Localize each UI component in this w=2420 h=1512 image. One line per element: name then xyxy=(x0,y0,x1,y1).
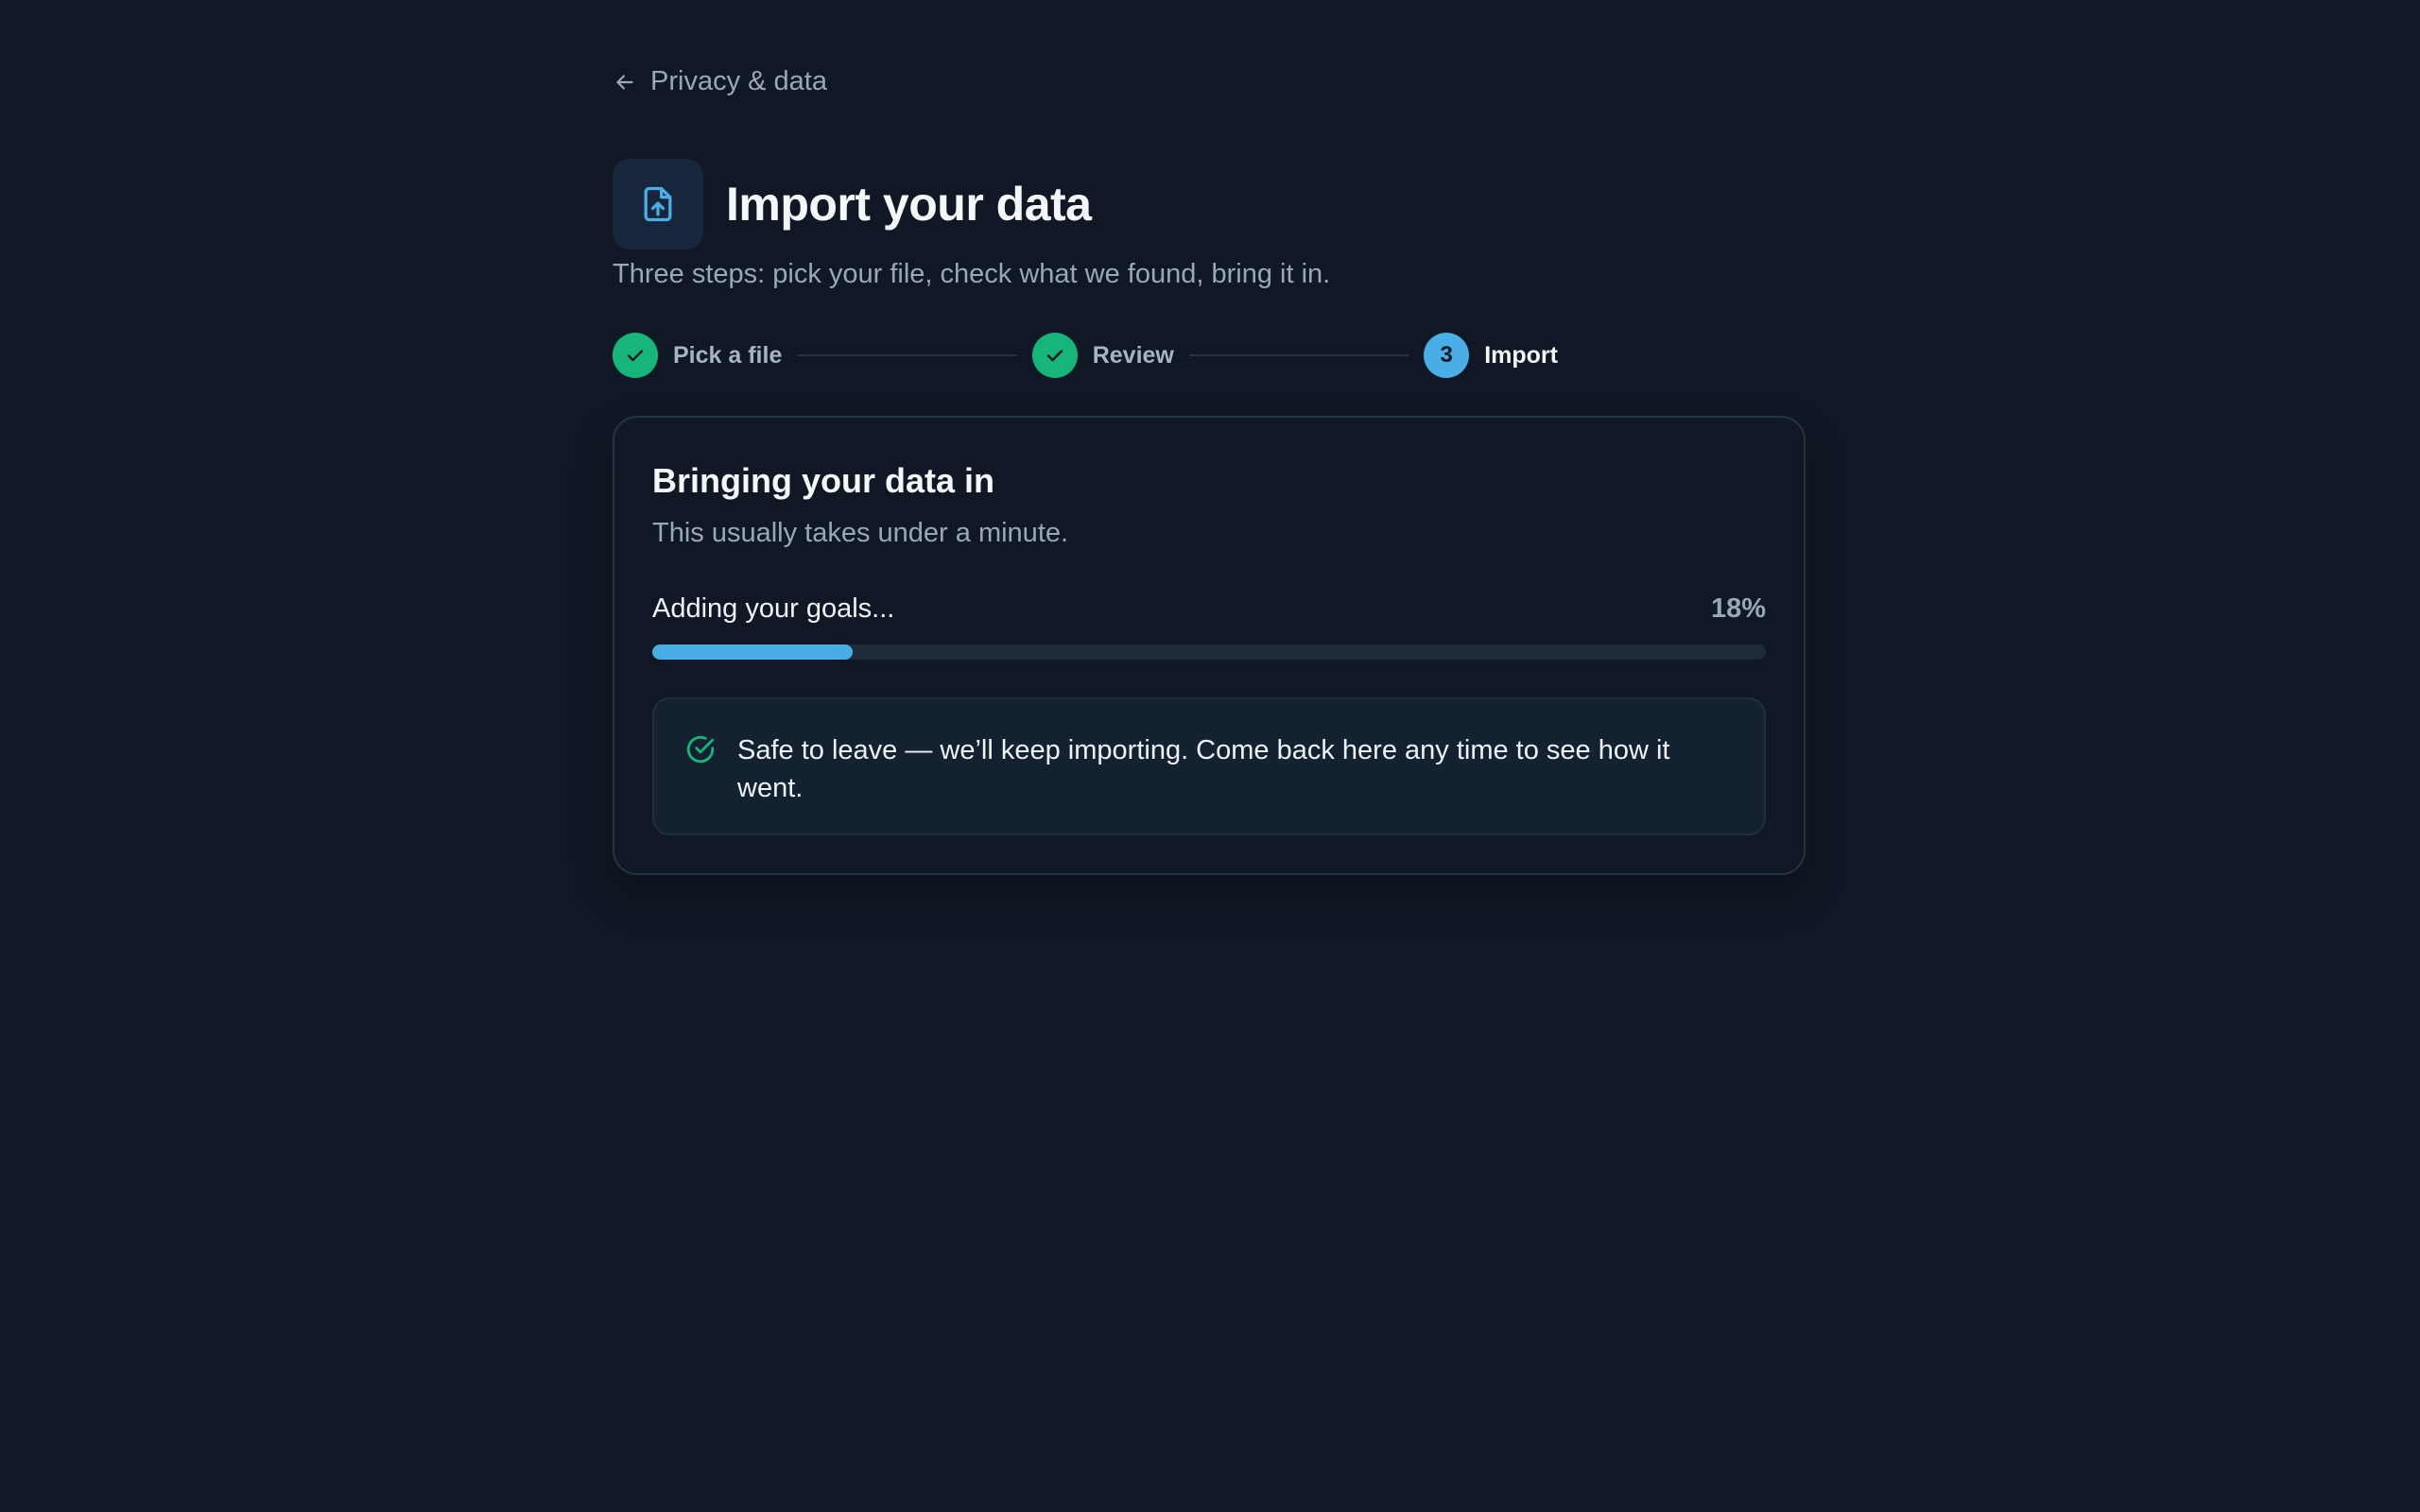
header-icon-tile xyxy=(613,159,703,249)
back-link[interactable]: Privacy & data xyxy=(613,66,827,97)
progress-label: Adding your goals... xyxy=(652,593,895,624)
step-3-label: Import xyxy=(1484,341,1558,369)
card-subtitle: This usually takes under a minute. xyxy=(652,518,1069,548)
check-circle-icon xyxy=(686,735,715,764)
stepper: Pick a file Review 3 Import xyxy=(613,333,1558,378)
step-pick-a-file: Pick a file xyxy=(613,333,782,378)
file-upload-icon xyxy=(644,186,672,222)
step-3-marker: 3 xyxy=(1424,333,1470,378)
page-subtitle: Three steps: pick your file, check what … xyxy=(613,259,1331,289)
step-2-label: Review xyxy=(1092,341,1174,369)
progress-bar-fill xyxy=(652,644,854,660)
checkmark-icon xyxy=(1046,350,1063,362)
page-header: Import your data xyxy=(613,159,1092,249)
safe-to-leave-notice: Safe to leave — we’ll keep importing. Co… xyxy=(652,697,1766,835)
step-review: Review xyxy=(1031,333,1174,378)
progress-bar xyxy=(652,644,1766,660)
step-1-label: Pick a file xyxy=(673,341,783,369)
back-link-label: Privacy & data xyxy=(650,66,827,96)
card-title: Bringing your data in xyxy=(652,461,995,500)
arrow-left-icon xyxy=(616,74,633,90)
step-2-complete-marker xyxy=(1031,333,1078,378)
step-connector xyxy=(1188,354,1409,356)
import-progress-card: Bringing your data in This usually takes… xyxy=(613,416,1806,875)
progress-percent: 18% xyxy=(1710,593,1766,624)
step-connector xyxy=(797,354,1017,356)
page-title: Import your data xyxy=(726,178,1092,231)
checkmark-icon xyxy=(627,350,644,362)
step-1-complete-marker xyxy=(613,333,658,378)
notice-text: Safe to leave — we’ll keep importing. Co… xyxy=(737,735,1670,803)
step-import: 3 Import xyxy=(1424,333,1558,378)
